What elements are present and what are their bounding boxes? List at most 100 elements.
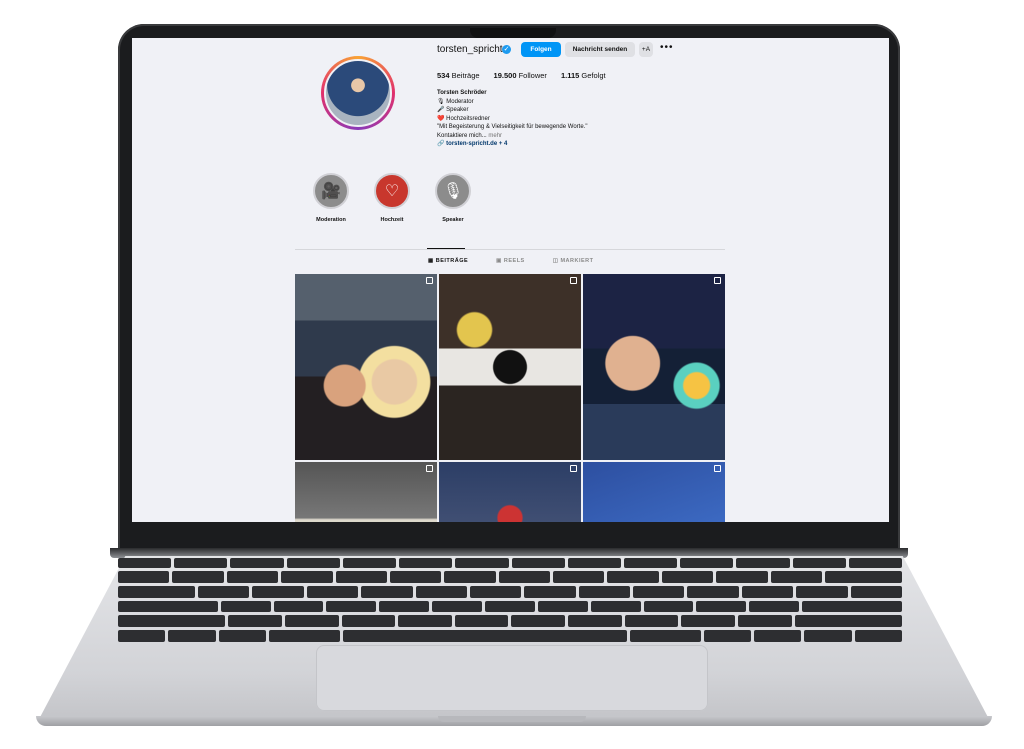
key xyxy=(687,585,739,598)
key xyxy=(286,558,340,568)
key xyxy=(716,570,768,583)
keyboard-row xyxy=(118,630,902,642)
highlight-moderation[interactable]: 🎥 Moderation xyxy=(312,173,350,223)
post-tile[interactable] xyxy=(439,274,581,460)
post-tile[interactable] xyxy=(439,462,581,522)
send-message-button[interactable]: Nachricht senden xyxy=(565,42,635,57)
key xyxy=(741,585,794,598)
bio-link-extra[interactable]: + 4 xyxy=(499,141,508,147)
key xyxy=(252,585,304,598)
post-tile[interactable] xyxy=(295,274,437,460)
key xyxy=(770,570,822,583)
key xyxy=(511,615,566,628)
tab-reels[interactable]: ▣ REELS xyxy=(496,258,525,264)
tab-tagged[interactable]: ◫ MARKIERT xyxy=(553,258,594,264)
key xyxy=(703,630,752,642)
tagged-icon: ◫ xyxy=(552,258,559,264)
key xyxy=(680,558,734,568)
key xyxy=(824,570,902,583)
more-options-icon[interactable]: ••• xyxy=(660,42,674,53)
reel-icon xyxy=(714,277,721,284)
tab-posts[interactable]: ▦ BEITRÄGE xyxy=(428,258,468,264)
profile-stats: 534 Beiträge 19.500 Follower 1.115 Gefol… xyxy=(437,71,606,80)
key xyxy=(118,558,172,568)
followers-stat[interactable]: 19.500 Follower xyxy=(494,71,547,80)
key xyxy=(342,558,397,568)
following-stat[interactable]: 1.115 Gefolgt xyxy=(561,71,606,80)
key xyxy=(643,600,694,613)
highlight-label: Hochzeit xyxy=(380,217,404,223)
carousel-icon xyxy=(426,277,433,284)
follow-button[interactable]: Folgen xyxy=(521,42,561,57)
post-tile[interactable] xyxy=(583,274,725,460)
reels-icon: ▣ xyxy=(496,258,502,264)
bio-contact: Kontaktiere mich... mehr xyxy=(437,132,503,139)
active-tab-indicator xyxy=(427,248,465,249)
key xyxy=(848,558,903,568)
bio-line-wedding: ❤️ Hochzeitsredner xyxy=(437,115,490,122)
key xyxy=(284,615,339,628)
key xyxy=(379,600,430,613)
key xyxy=(568,615,622,628)
key xyxy=(736,558,790,568)
carousel-icon xyxy=(714,465,721,472)
key xyxy=(118,615,226,628)
key xyxy=(511,558,565,568)
key xyxy=(172,570,224,583)
key xyxy=(281,570,333,583)
key xyxy=(118,570,170,583)
key xyxy=(469,585,522,598)
key xyxy=(623,558,678,568)
keyboard-row xyxy=(118,600,902,613)
bio-more-link[interactable]: mehr xyxy=(488,133,502,139)
key xyxy=(432,600,483,613)
key xyxy=(326,600,377,613)
add-person-button[interactable]: +A xyxy=(639,42,653,57)
post-tile[interactable] xyxy=(583,462,725,522)
key xyxy=(749,600,800,613)
key xyxy=(485,600,535,613)
key xyxy=(696,600,747,613)
key xyxy=(738,615,792,628)
keyboard-row xyxy=(118,558,903,568)
carousel-icon xyxy=(426,465,433,472)
tabs-divider xyxy=(295,249,725,250)
key xyxy=(804,630,852,642)
key xyxy=(306,585,359,598)
highlight-speaker[interactable]: 🎙 Speaker xyxy=(434,173,472,223)
key xyxy=(607,570,659,583)
key xyxy=(444,570,496,583)
trackpad xyxy=(316,645,708,711)
key xyxy=(174,558,228,568)
key xyxy=(118,630,166,642)
spacebar xyxy=(342,630,627,642)
key xyxy=(220,600,271,613)
profile-bio: Torsten Schröder 🎙 Moderator 🎤 Speaker ❤… xyxy=(437,89,697,149)
avatar[interactable] xyxy=(324,59,392,127)
key xyxy=(454,615,509,628)
highlight-label: Speaker xyxy=(442,217,464,223)
bio-link-row: 🔗 torsten-spricht.de + 4 xyxy=(437,140,697,149)
posts-grid xyxy=(295,274,725,522)
profile-username: torsten_spricht xyxy=(437,44,503,55)
key xyxy=(553,570,605,583)
bio-line-speaker: 🎤 Speaker xyxy=(437,107,469,113)
key xyxy=(168,630,216,642)
keyboard-row xyxy=(118,570,902,583)
highlight-wedding[interactable]: ♡ Hochzeit xyxy=(373,173,411,223)
keyboard-row xyxy=(118,615,902,628)
key xyxy=(537,600,588,613)
camera-icon: 🎥 xyxy=(313,173,349,209)
key xyxy=(389,570,442,583)
heart-icon: ♡ xyxy=(374,173,410,209)
microphone-icon: 🎙 xyxy=(435,173,471,209)
key xyxy=(268,630,340,642)
post-tile[interactable] xyxy=(295,462,437,522)
bio-website-link[interactable]: torsten-spricht.de xyxy=(446,141,497,147)
posts-stat: 534 Beiträge xyxy=(437,71,480,80)
key xyxy=(633,585,685,598)
key xyxy=(335,570,387,583)
carousel-icon xyxy=(570,277,577,284)
key xyxy=(794,615,902,628)
key xyxy=(498,570,550,583)
